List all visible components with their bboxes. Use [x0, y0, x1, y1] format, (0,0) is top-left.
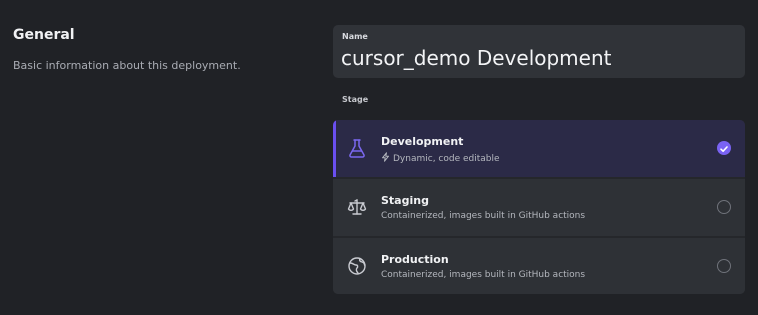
globe-icon [346, 255, 368, 277]
name-input[interactable] [341, 44, 736, 72]
lightning-icon [381, 152, 390, 165]
stage-option-subtitle-text: Dynamic, code editable [393, 153, 500, 164]
flask-icon [346, 137, 368, 159]
stage-option-title: Development [381, 135, 464, 148]
radio-unchecked-icon[interactable] [717, 259, 731, 273]
name-field-label: Name [342, 32, 368, 41]
stage-option-production[interactable]: Production Containerized, images built i… [333, 238, 745, 294]
stage-label: Stage [342, 95, 369, 104]
selected-indicator [333, 120, 336, 177]
stage-options: Development Dynamic, code editable Stagi… [333, 120, 745, 294]
radio-unchecked-icon[interactable] [717, 200, 731, 214]
stage-option-title: Staging [381, 194, 429, 207]
stage-option-subtitle: Containerized, images built in GitHub ac… [381, 211, 586, 221]
stage-option-subtitle: Containerized, images built in GitHub ac… [381, 270, 586, 280]
stage-option-title: Production [381, 253, 449, 266]
name-field[interactable]: Name [333, 25, 745, 78]
section-description: Basic information about this deployment. [13, 59, 241, 72]
radio-checked-icon[interactable] [717, 141, 731, 155]
section-title: General [13, 27, 75, 43]
scale-icon [346, 196, 368, 218]
stage-option-subtitle: Dynamic, code editable [381, 152, 500, 165]
stage-option-staging[interactable]: Staging Containerized, images built in G… [333, 179, 745, 236]
stage-option-development[interactable]: Development Dynamic, code editable [333, 120, 745, 177]
